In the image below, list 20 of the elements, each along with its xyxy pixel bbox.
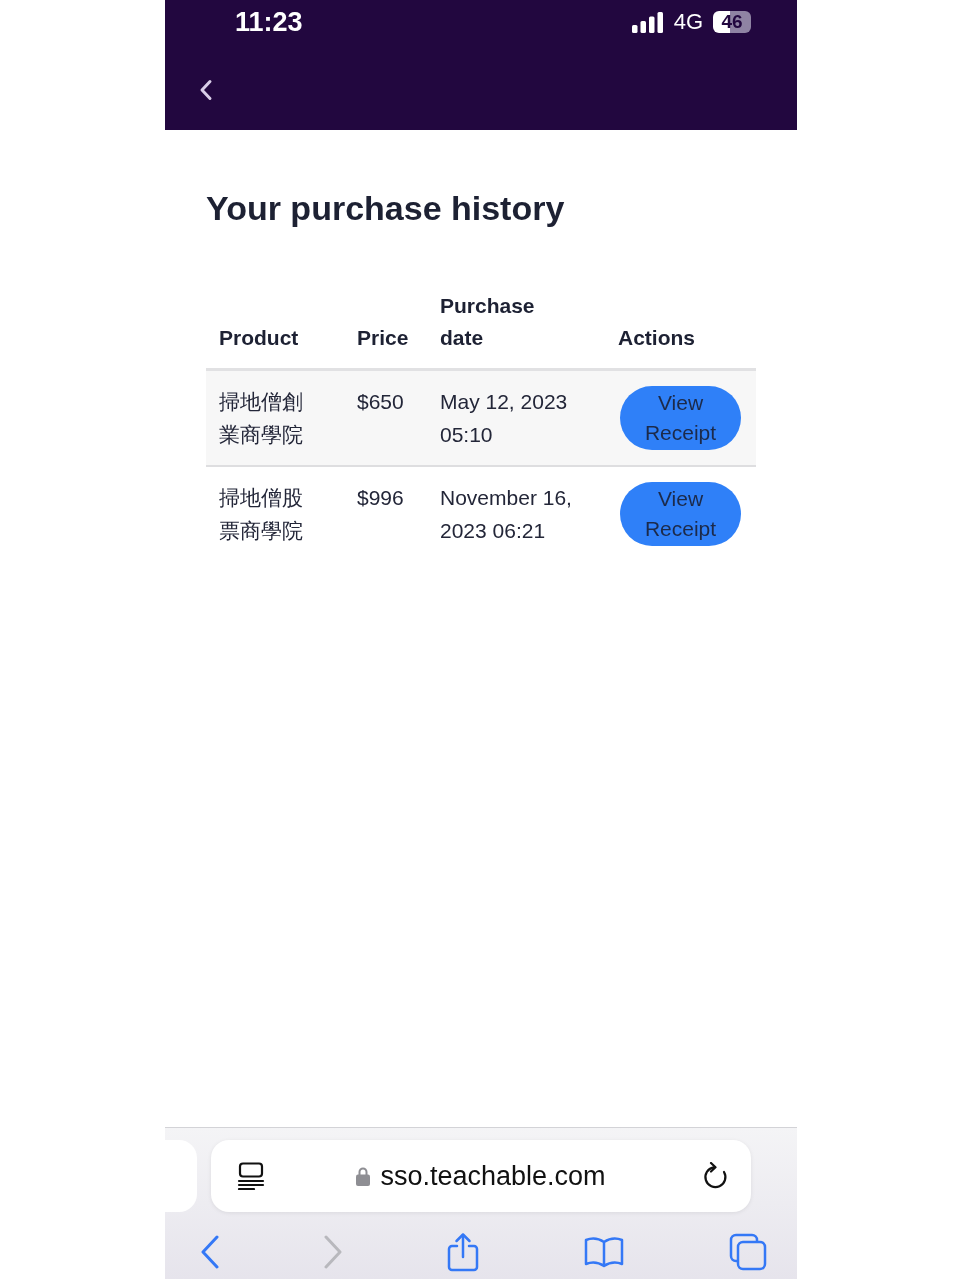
view-receipt-button[interactable]: View Receipt	[620, 386, 741, 450]
signal-bars-icon	[631, 11, 663, 33]
reload-icon[interactable]	[703, 1162, 729, 1190]
open-book-icon[interactable]	[584, 1235, 624, 1268]
share-icon[interactable]	[447, 1231, 479, 1272]
network-type: 4G	[673, 9, 703, 35]
product-cell: 掃地僧股票商學院	[206, 466, 344, 561]
lock-icon	[356, 1166, 371, 1186]
page-title: Your purchase history	[206, 188, 566, 229]
url-text: sso.teachable.com	[380, 1160, 606, 1193]
page-format-icon[interactable]	[237, 1162, 265, 1190]
tabs-icon[interactable]	[729, 1232, 767, 1271]
product-cell: 掃地僧創業商學院	[206, 369, 344, 466]
price-cell: $650	[344, 369, 427, 466]
purchase-date-cell: May 12, 2023 05:10	[427, 369, 605, 466]
status-time: 11:23	[235, 6, 303, 38]
price-cell: $996	[344, 466, 427, 561]
purchase-date-cell: November 16, 2023 06:21	[427, 466, 605, 561]
address-field[interactable]: sso.teachable.com	[211, 1140, 751, 1212]
view-receipt-button[interactable]: View Receipt	[620, 482, 741, 546]
